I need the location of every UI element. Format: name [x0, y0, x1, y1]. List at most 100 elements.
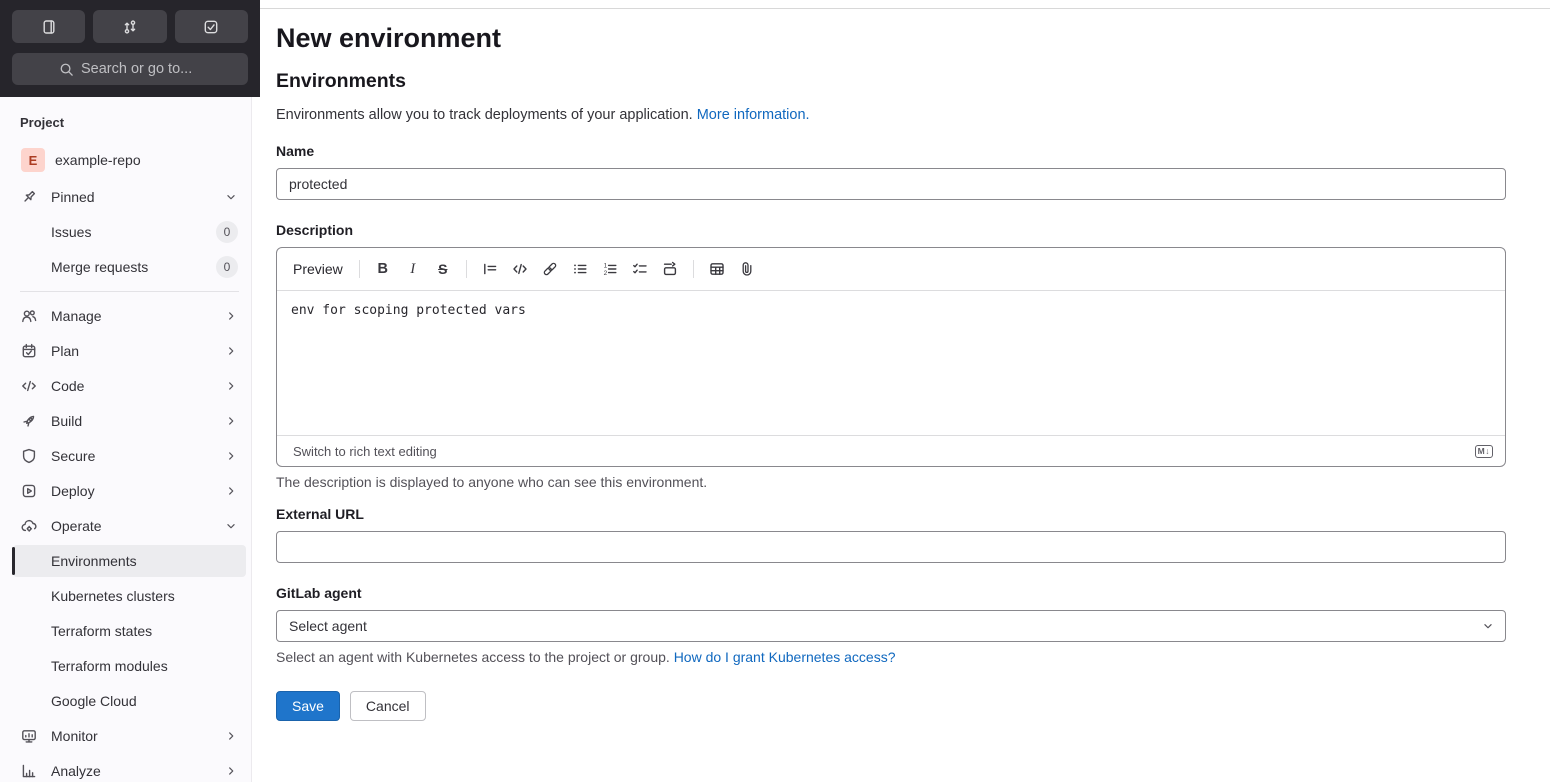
insert-link-button[interactable]	[537, 256, 563, 282]
sidebar-item-pinned[interactable]: Pinned	[13, 181, 246, 213]
name-field-group: Name	[276, 143, 1506, 200]
collapsible-section-button[interactable]	[657, 256, 683, 282]
markdown-icon: M↓	[1474, 444, 1493, 458]
issues-shortcut-button[interactable]	[12, 10, 86, 43]
sidebar-item-label: Secure	[51, 448, 96, 464]
sidebar-item-label: Analyze	[51, 763, 101, 779]
attach-file-button[interactable]	[734, 256, 760, 282]
external-url-label: External URL	[276, 506, 364, 522]
chevron-right-icon	[229, 417, 234, 425]
task-list-button[interactable]	[627, 256, 653, 282]
attach-file-icon	[742, 262, 752, 276]
sidebar-item-label: Environments	[51, 553, 137, 569]
markdown-toolbar: Preview B I S 1 2	[277, 248, 1505, 291]
numbered-list-button[interactable]: 12	[597, 256, 623, 282]
description-field-group: Description Preview B I S 1 2 env for sc…	[276, 222, 1506, 490]
sidebar-item-label: Google Cloud	[51, 693, 137, 709]
shield-icon	[22, 448, 36, 464]
save-button[interactable]: Save	[276, 691, 340, 721]
sidebar-item-monitor[interactable]: Monitor	[13, 720, 246, 752]
external-url-input[interactable]	[276, 531, 1506, 563]
sidebar-item-environments[interactable]: Environments	[12, 545, 246, 577]
sidebar-nav: Project E example-repo Pinned Issues 0 M…	[0, 97, 251, 782]
sidebar-item-code[interactable]: Code	[13, 370, 246, 402]
sidebar-item-label: Operate	[51, 518, 102, 534]
super-sidebar: Project E example-repo Pinned Issues 0 M…	[0, 0, 260, 782]
collapsible-section-icon	[663, 261, 676, 276]
sidebar-item-manage[interactable]: Manage	[13, 300, 246, 332]
strikethrough-button[interactable]: S	[430, 256, 456, 282]
sidebar-item-secure[interactable]: Secure	[13, 440, 246, 472]
description-textarea[interactable]: env for scoping protected vars	[277, 291, 1505, 435]
chevron-right-icon	[229, 347, 234, 355]
svg-text:1: 1	[603, 262, 607, 269]
issues-count-badge: 0	[216, 221, 238, 243]
page-title: New environment	[276, 23, 502, 53]
chevron-down-icon	[227, 195, 235, 200]
chevron-right-icon	[229, 452, 234, 460]
environments-section-title: Environments	[276, 70, 407, 92]
intro-text: Environments allow you to track deployme…	[276, 107, 1506, 123]
chevron-right-icon	[229, 487, 234, 495]
todo-shortcut-button[interactable]	[174, 10, 248, 43]
sidebar-item-issues[interactable]: Issues 0	[13, 216, 246, 248]
sidebar-item-operate[interactable]: Operate	[13, 510, 246, 542]
sidebar-item-merge-requests[interactable]: Merge requests 0	[13, 251, 246, 283]
sidebar-item-label: Monitor	[51, 728, 98, 744]
deploy-icon	[22, 484, 36, 498]
sidebar-item-label: Merge requests	[51, 259, 149, 275]
agent-select-value: Select agent	[289, 618, 367, 634]
cancel-button[interactable]: Cancel	[349, 691, 426, 721]
main-content: New environment Environments Environment…	[252, 0, 1550, 782]
sidebar-item-terraform-states[interactable]: Terraform states	[13, 615, 246, 647]
sidebar-item-label: Deploy	[51, 483, 95, 499]
calendar-check-icon	[22, 343, 36, 358]
sidebar-item-google-cloud[interactable]: Google Cloud	[13, 685, 246, 717]
code-icon	[513, 263, 527, 275]
task-list-icon	[632, 263, 647, 274]
sidebar-item-terraform-modules[interactable]: Terraform modules	[13, 650, 246, 682]
form-actions: Save Cancel	[276, 691, 1506, 721]
kubernetes-access-help-link[interactable]: How do I grant Kubernetes access?	[674, 649, 896, 665]
preview-tab[interactable]: Preview	[293, 255, 351, 283]
sidebar-item-kubernetes-clusters[interactable]: Kubernetes clusters	[13, 580, 246, 612]
active-indicator	[12, 547, 15, 575]
sidebar-context-header	[0, 0, 260, 97]
italic-icon: I	[410, 260, 416, 277]
quote-icon	[483, 263, 497, 275]
project-name: example-repo	[55, 152, 141, 168]
more-information-link[interactable]: More information.	[697, 107, 810, 123]
toolbar-separator	[692, 260, 694, 278]
intro-text-body: Environments allow you to track deployme…	[276, 107, 693, 123]
todo-check-icon	[204, 20, 218, 33]
bold-button[interactable]: B	[370, 256, 396, 282]
markdown-editor: Preview B I S 1 2 env for scoping protec…	[276, 247, 1506, 467]
switch-to-rich-text-link[interactable]: Switch to rich text editing	[293, 444, 437, 459]
quote-button[interactable]	[477, 256, 503, 282]
search-input[interactable]	[81, 61, 201, 77]
sidebar-item-plan[interactable]: Plan	[13, 335, 246, 367]
sidebar-item-project[interactable]: E example-repo	[13, 142, 246, 178]
chevron-down-icon	[1484, 624, 1492, 629]
chevron-right-icon	[229, 732, 234, 740]
search-bar[interactable]	[12, 53, 248, 85]
agent-help-text: Select an agent with Kubernetes access t…	[276, 649, 1506, 665]
bullet-list-button[interactable]	[567, 256, 593, 282]
sidebar-item-label: Terraform states	[51, 623, 153, 639]
pin-icon	[24, 190, 36, 202]
agent-select[interactable]: Select agent	[276, 610, 1506, 642]
sidebar-item-build[interactable]: Build	[13, 405, 246, 437]
merge-requests-shortcut-button[interactable]	[93, 10, 167, 43]
merge-request-icon	[124, 19, 136, 34]
code-icon	[22, 380, 36, 392]
sidebar-item-label: Code	[51, 378, 85, 394]
italic-button[interactable]: I	[400, 256, 426, 282]
name-input[interactable]	[276, 168, 1506, 200]
gitlab-agent-field-group: GitLab agent Select agent Select an agen…	[276, 585, 1506, 665]
sidebar-item-deploy[interactable]: Deploy	[13, 475, 246, 507]
sidebar-item-analyze[interactable]: Analyze	[13, 755, 246, 782]
table-icon	[710, 263, 724, 275]
insert-table-button[interactable]	[704, 256, 730, 282]
sidebar-divider	[20, 291, 239, 292]
insert-code-button[interactable]	[507, 256, 533, 282]
